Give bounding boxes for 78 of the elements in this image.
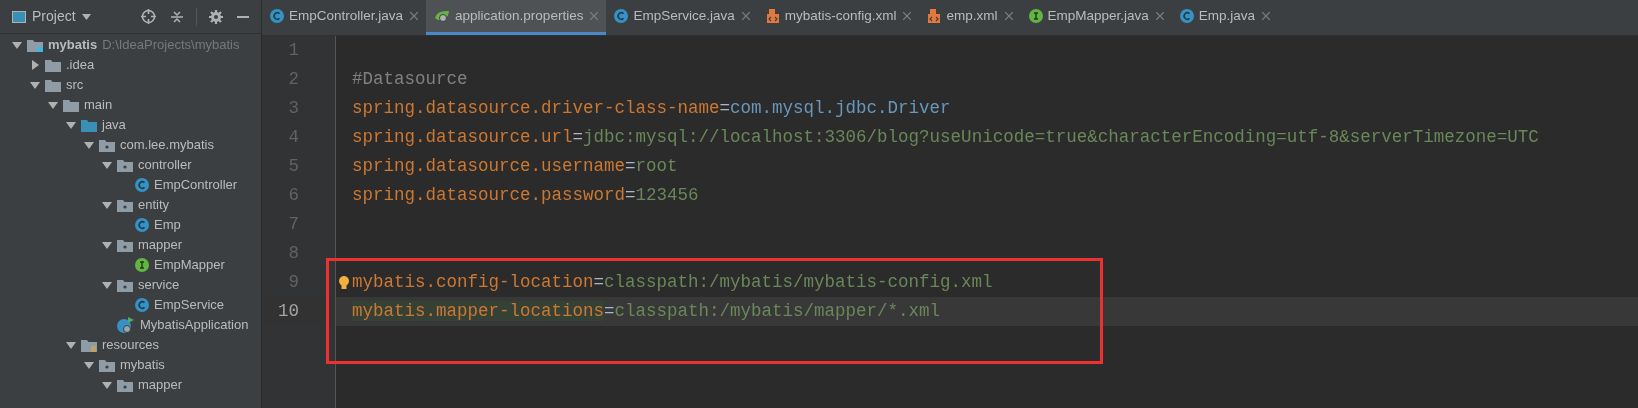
class-icon — [270, 9, 284, 23]
tree-item[interactable]: Emp — [154, 215, 181, 235]
tree-item[interactable]: .idea — [66, 55, 95, 75]
editor-tab[interactable]: Emp.java — [1171, 0, 1279, 35]
module-icon — [27, 38, 43, 52]
tree-item[interactable]: java — [102, 115, 126, 135]
class-icon — [135, 178, 149, 192]
line-number: 10 — [278, 300, 299, 324]
editor-tab[interactable]: EmpController.java — [262, 0, 427, 35]
xml-file-icon — [927, 9, 942, 23]
tree-item[interactable]: resources — [102, 335, 160, 355]
package-icon — [117, 198, 133, 212]
dropdown-icon[interactable] — [81, 13, 91, 20]
code-line: mybatis.config-location=classpath:/mybatis/mybatis-config.xml — [352, 271, 993, 295]
expanded-arrow-icon[interactable] — [102, 200, 112, 210]
editor-tab[interactable]: mybatis-config.xml — [757, 0, 920, 35]
close-icon[interactable] — [741, 12, 750, 20]
package-icon — [117, 378, 133, 392]
interface-icon — [135, 258, 149, 272]
package-icon — [99, 358, 115, 372]
panel-icon — [12, 10, 26, 23]
lightbulb-icon[interactable] — [338, 275, 350, 290]
code-line: spring.datasource.username=root — [352, 155, 678, 179]
package-icon — [99, 138, 115, 152]
tree-item[interactable]: EmpController — [154, 175, 238, 195]
close-icon[interactable] — [903, 12, 912, 20]
package-icon — [117, 158, 133, 172]
editor-tab[interactable]: application.properties — [426, 0, 607, 35]
locate-icon[interactable] — [141, 9, 156, 24]
expanded-arrow-icon[interactable] — [12, 40, 22, 50]
class-icon — [135, 218, 149, 232]
tree-item[interactable]: entity — [138, 195, 170, 215]
tree-item[interactable]: MybatisApplication — [140, 315, 249, 335]
tree-item[interactable]: service — [138, 275, 180, 295]
folder-icon — [45, 78, 61, 92]
app-class-icon — [117, 316, 135, 334]
folder-icon — [81, 118, 97, 132]
xml-file-icon — [765, 9, 780, 23]
code-line: #Datasource — [352, 68, 468, 92]
interface-icon — [1028, 9, 1043, 23]
editor-tab[interactable]: emp.xml — [919, 0, 1021, 35]
folder-icon — [81, 338, 97, 352]
class-icon — [614, 9, 629, 23]
tree-item[interactable]: mybatis — [48, 35, 98, 55]
close-icon[interactable] — [1262, 12, 1271, 20]
properties-file-icon — [434, 9, 451, 23]
tree-item[interactable]: mapper — [138, 235, 183, 255]
expanded-arrow-icon[interactable] — [102, 240, 112, 250]
project-path: D:\IdeaProjects\mybatis — [102, 36, 240, 55]
minimize-icon[interactable] — [237, 15, 249, 18]
code-line: spring.datasource.password=123456 — [352, 184, 699, 208]
collapse-all-icon[interactable] — [170, 9, 184, 24]
tree-item[interactable]: mybatis — [120, 355, 165, 375]
package-icon — [117, 238, 133, 252]
folder-icon — [63, 98, 79, 112]
tree-item[interactable]: main — [84, 95, 113, 115]
folder-icon — [45, 58, 61, 72]
panel-title[interactable]: Project — [32, 6, 76, 27]
code-line: spring.datasource.url=jdbc:mysql://localhost:3306/blog?useUnicode=true&characterEncoding=utf-8&serverTimezone=UTC — [352, 126, 1539, 150]
expanded-arrow-icon[interactable] — [102, 280, 112, 290]
tree-item[interactable]: EmpService — [154, 295, 225, 315]
class-icon — [1179, 9, 1194, 23]
code-line: spring.datasource.driver-class-name=com.mysql.jdbc.Driver — [352, 97, 951, 121]
settings-icon[interactable] — [209, 9, 223, 24]
close-icon[interactable] — [410, 12, 419, 20]
tree-item[interactable]: controller — [138, 155, 192, 175]
tree-item[interactable]: com.lee.mybatis — [120, 135, 214, 155]
tree-item[interactable]: EmpMapper — [154, 255, 225, 275]
editor-tab[interactable]: EmpMapper.java — [1020, 0, 1172, 35]
editor-tab[interactable]: EmpService.java — [606, 0, 758, 35]
close-icon[interactable] — [1004, 12, 1013, 20]
class-icon — [135, 298, 149, 312]
collapsed-arrow-icon[interactable] — [30, 60, 40, 70]
tree-item[interactable]: mapper — [138, 375, 183, 395]
package-icon — [117, 278, 133, 292]
tree-item[interactable]: src — [66, 75, 84, 95]
close-icon[interactable] — [1155, 12, 1164, 20]
code-line: mybatis.mapper-locations=classpath:/mybatis/mapper/*.xml — [352, 300, 941, 324]
